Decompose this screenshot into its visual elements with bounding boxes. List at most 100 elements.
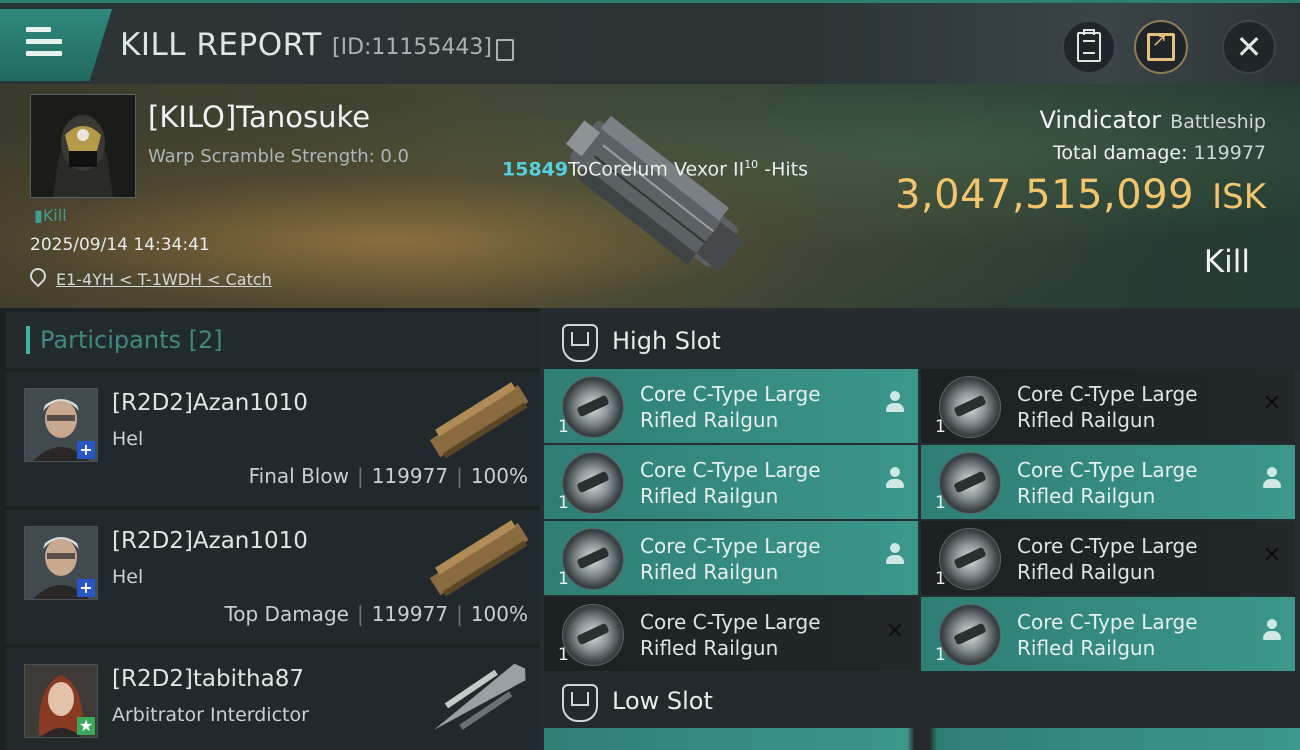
high-slot-label: High Slot — [612, 327, 721, 355]
avatar: + — [24, 526, 98, 600]
module-item[interactable]: 1 Core C-Type Large Rifled Railgun — [544, 445, 918, 519]
total-damage-label: Total damage: — [1053, 142, 1188, 164]
avatar: ★ — [24, 664, 98, 738]
module-name-line1: Core C-Type Large — [1017, 458, 1198, 482]
module-item[interactable]: 1 Core C-Type Large Rifled Railgun ✕ — [921, 521, 1295, 595]
clipboard-button[interactable] — [1062, 20, 1116, 74]
ship-class: Battleship — [1170, 111, 1266, 133]
participant-card[interactable]: ★ [R2D2]tabitha87 Arbitrator Interdictor — [6, 648, 540, 750]
module-name: Core C-Type Large Rifled Railgun — [1017, 457, 1198, 509]
warp-scramble-strength: Warp Scramble Strength: 0.0 — [148, 146, 410, 167]
low-slot-header[interactable]: Low Slot — [544, 672, 1300, 730]
module-item[interactable]: 1 Core C-Type Large Rifled Railgun — [921, 445, 1295, 519]
victim-name[interactable]: [KILO]Tanosuke — [148, 100, 370, 134]
participant-stats: Final Blow | 119977 | 100% — [249, 464, 528, 488]
kill-tag-label: Kill — [42, 206, 67, 225]
module-name: Core C-Type Large Rifled Railgun — [1017, 609, 1198, 661]
isk-unit: ISK — [1212, 177, 1266, 217]
isk-amount: 3,047,515,099 — [894, 172, 1195, 218]
module-quantity: 1 — [558, 569, 569, 589]
dropped-person-icon — [886, 467, 904, 495]
total-damage: Total damage: 119977 — [1053, 142, 1266, 164]
module-item[interactable]: 1 Core C-Type Large Rifled Railgun ✕ — [921, 369, 1295, 443]
victim-ship-image[interactable] — [520, 92, 770, 302]
destroyed-x-icon: ✕ — [885, 619, 904, 644]
hits-weapon: ToCorelum Vexor II — [568, 158, 745, 181]
total-damage-value: 119977 — [1193, 142, 1266, 164]
module-name-line2: Rifled Railgun — [1017, 560, 1156, 584]
railgun-icon — [939, 452, 1001, 514]
module-name: Core C-Type Large Rifled Railgun — [640, 609, 821, 661]
module-name-line2: Rifled Railgun — [640, 560, 779, 584]
participant-percent: 100% — [470, 464, 528, 488]
clipboard-icon — [1077, 29, 1101, 62]
participant-card[interactable]: + [R2D2]Azan1010 Hel Final Blow | 119977 | 1… — [6, 372, 540, 506]
close-button[interactable]: ✕ — [1222, 20, 1276, 74]
participant-role: Final Blow — [248, 464, 349, 488]
dropped-person-icon — [1263, 619, 1281, 647]
high-slot-header[interactable]: High Slot — [544, 312, 1300, 370]
module-item[interactable]: 1 Core C-Type Large Rifled Railgun — [544, 369, 918, 443]
participant-name: [R2D2]Azan1010 — [112, 528, 308, 554]
module-name-line2: Rifled Railgun — [640, 408, 779, 432]
module-name: Core C-Type Large Rifled Railgun — [640, 533, 821, 585]
divider: | — [356, 464, 364, 488]
participant-ship: Arbitrator Interdictor — [112, 704, 309, 726]
module-item[interactable]: 1 Core C-Type Large Rifled Railgun — [921, 597, 1295, 671]
participant-damage: 119977 — [371, 602, 449, 626]
avatar: + — [24, 388, 98, 462]
divider: | — [456, 464, 463, 488]
railgun-icon — [562, 604, 624, 666]
module-quantity: 1 — [935, 645, 946, 665]
participant-ship-image — [429, 382, 529, 459]
participant-card[interactable]: + [R2D2]Azan1010 Hel Top Damage | 119977 | 1… — [6, 510, 540, 644]
location-pin-icon — [26, 264, 50, 288]
module-item[interactable]: 1 Core C-Type Large Rifled Railgun — [544, 521, 918, 595]
participant-ship: Hel — [112, 566, 144, 588]
divider: | — [456, 602, 463, 626]
copy-icon[interactable] — [496, 39, 514, 61]
module-name-line1: Core C-Type Large — [1017, 534, 1198, 558]
top-bar: KILL REPORT [ID:11155443] ✕ — [0, 0, 1300, 87]
result-label: Kill — [1203, 244, 1250, 280]
hamburger-icon — [26, 27, 62, 63]
header-accent-bar — [26, 326, 30, 354]
divider: | — [356, 602, 364, 626]
slot-shield-icon — [562, 324, 598, 362]
module-name-line2: Rifled Railgun — [1017, 484, 1156, 508]
module-quantity: 1 — [935, 417, 946, 437]
railgun-icon — [939, 528, 1001, 590]
participants-title: Participants [2] — [40, 326, 223, 354]
railgun-icon — [562, 452, 624, 514]
module-name-line1: Core C-Type Large — [640, 534, 821, 558]
participant-percent: 100% — [470, 602, 528, 626]
menu-button[interactable] — [0, 9, 112, 81]
victim-portrait[interactable] — [30, 94, 136, 198]
railgun-icon — [939, 376, 1001, 438]
participant-ship-image — [429, 520, 529, 597]
module-item[interactable]: 1 Core C-Type Large Rifled Railgun ✕ — [544, 597, 918, 671]
module-name-line1: Core C-Type Large — [640, 382, 821, 406]
participant-ship: Hel — [112, 428, 144, 450]
destroyed-x-icon: ✕ — [1262, 391, 1281, 416]
participant-name: [R2D2]Azan1010 — [112, 390, 308, 416]
location-text[interactable]: E1-4YH < T-1WDH < Catch — [56, 270, 272, 289]
module-name: Core C-Type Large Rifled Railgun — [1017, 533, 1198, 585]
dropped-person-icon — [886, 391, 904, 419]
kill-datetime: 2025/09/14 14:34:41 — [30, 235, 210, 255]
share-icon — [1147, 30, 1175, 61]
railgun-icon — [562, 528, 624, 590]
module-name-line1: Core C-Type Large — [640, 610, 821, 634]
badge-star-icon: ★ — [77, 716, 95, 735]
module-name-line1: Core C-Type Large — [640, 458, 821, 482]
location[interactable]: E1-4YH < T-1WDH < Catch — [26, 264, 272, 289]
module-name-line2: Rifled Railgun — [640, 636, 779, 660]
badge-plus-icon: + — [77, 441, 95, 459]
module-name-line2: Rifled Railgun — [640, 484, 779, 508]
share-button[interactable] — [1134, 20, 1188, 74]
low-slot-items-partial[interactable] — [544, 728, 1300, 750]
badge-plus-icon: + — [77, 579, 95, 597]
page-title: KILL REPORT — [120, 27, 322, 63]
participants-header[interactable]: Participants [2] — [6, 312, 540, 368]
slot-shield-icon — [562, 684, 598, 722]
